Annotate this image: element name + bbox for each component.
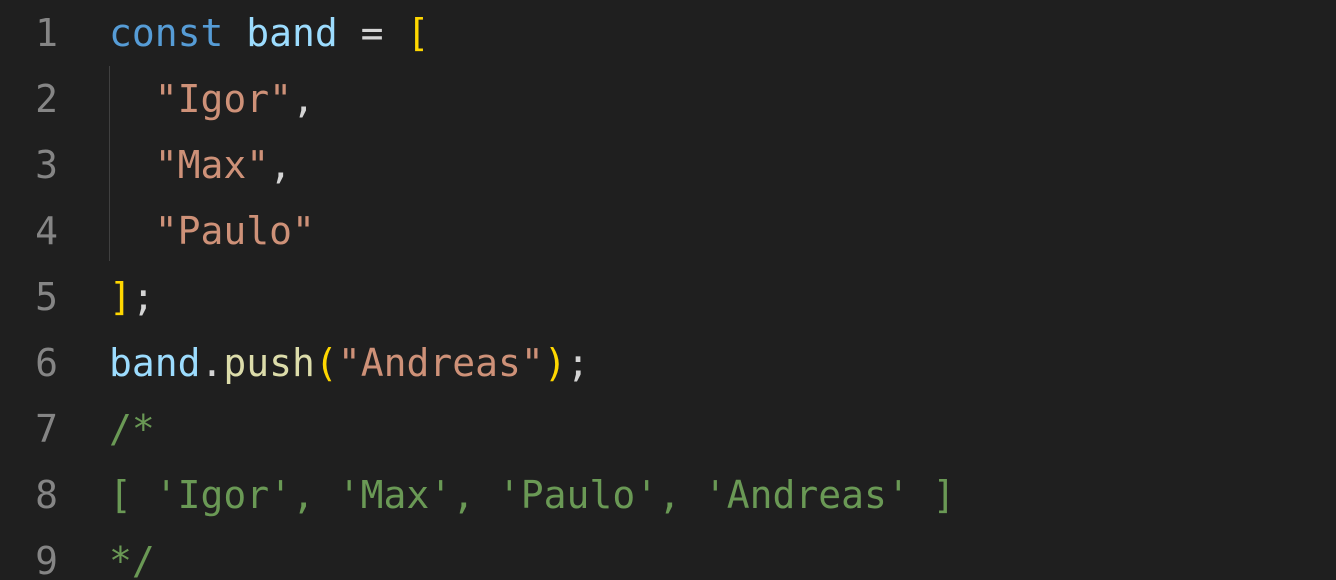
token-string: "Igor" (154, 77, 293, 121)
line-code: [ 'Igor', 'Max', 'Paulo', 'Andreas' ] (109, 462, 955, 528)
token-bracket: [ (406, 11, 430, 55)
line-code: band.push("Andreas"); (109, 330, 590, 396)
token-string: "Max" (154, 143, 270, 187)
token-string: "Andreas" (337, 341, 544, 385)
line-number: 3 (35, 143, 58, 187)
token-variable: band (246, 11, 338, 55)
code-line[interactable]: 3 "Max", (0, 132, 1336, 198)
token-operator: = (337, 11, 407, 55)
token-keyword: const (109, 11, 224, 55)
token-bracket: ( (314, 341, 338, 385)
token-string: "Paulo" (154, 209, 315, 253)
token-operator: , (292, 77, 315, 121)
code-line[interactable]: 5]; (0, 264, 1336, 330)
code-line[interactable]: 9 */ (0, 528, 1336, 580)
token-operator: ; (566, 341, 590, 385)
line-number: 2 (35, 77, 58, 121)
line-code: "Paulo" (109, 198, 315, 264)
token-operator: ; (131, 275, 155, 319)
token-operator: , (269, 143, 293, 187)
line-number: 9 (35, 539, 58, 580)
line-number: 4 (35, 209, 58, 253)
line-number: 8 (35, 473, 58, 517)
token-comment: /* (109, 407, 155, 451)
line-code: const band = [ (109, 0, 429, 66)
token-comment: */ (109, 539, 155, 580)
code-line[interactable]: 1 const band = [ (0, 0, 1336, 66)
line-number: 7 (35, 407, 58, 451)
token-bracket: ) (543, 341, 567, 385)
line-code: */ (109, 528, 155, 580)
token-variable: band (109, 341, 201, 385)
code-line[interactable]: 8 [ 'Igor', 'Max', 'Paulo', 'Andreas' ] (0, 462, 1336, 528)
line-code: /* (109, 396, 155, 462)
code-line[interactable]: 6 band.push("Andreas"); (0, 330, 1336, 396)
line-number: 1 (35, 11, 58, 55)
code-line[interactable]: 7 /* (0, 396, 1336, 462)
line-code: "Igor", (109, 66, 315, 132)
line-code: ]; (109, 264, 155, 330)
line-code: "Max", (109, 132, 292, 198)
line-number: 6 (35, 341, 58, 385)
token-comment: [ 'Igor', 'Max', 'Paulo', 'Andreas' ] (109, 473, 956, 517)
token-function: push (223, 341, 315, 385)
code-line[interactable]: 4 "Paulo" (0, 198, 1336, 264)
line-number: 5 (35, 275, 58, 319)
token-operator: . (200, 341, 224, 385)
token-bracket: ] (109, 275, 132, 319)
code-line[interactable]: 2 "Igor", (0, 66, 1336, 132)
code-editor[interactable]: 1 const band = [2 "Igor", 3 "Max", 4 "Paulo… (0, 0, 1336, 580)
